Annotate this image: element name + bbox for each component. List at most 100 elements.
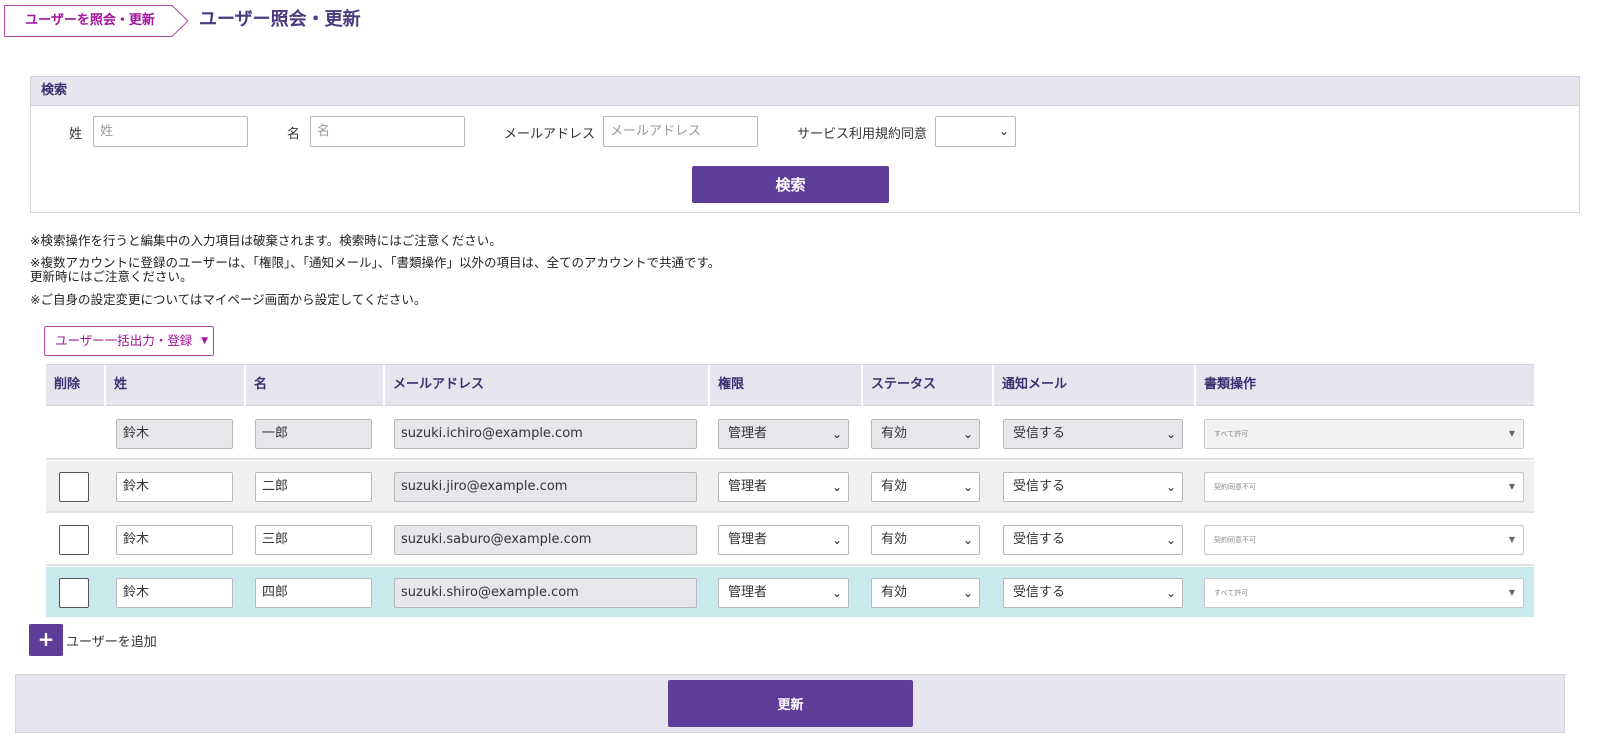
role-select[interactable]: 管理者 ⌄ xyxy=(718,578,849,608)
col-header-first-name: 名 xyxy=(244,365,383,406)
col-header-email: メールアドレス xyxy=(383,365,708,406)
doc-ops-select[interactable]: 契約同意不可 ▼ xyxy=(1204,525,1524,555)
last-name-input[interactable]: 鈴木 xyxy=(116,525,233,555)
delete-checkbox[interactable] xyxy=(59,472,89,502)
last-name-field: 鈴木 xyxy=(116,419,233,449)
email-field: suzuki.jiro@example.com xyxy=(394,472,697,502)
notify-value: 受信する xyxy=(1013,585,1066,600)
status-value: 有効 xyxy=(881,426,908,441)
notify-value: 受信する xyxy=(1013,532,1066,547)
col-header-delete: 削除 xyxy=(54,377,81,392)
doc-ops-value: すべて許可 xyxy=(1214,430,1249,438)
note-search-warning: ※検索操作を行うと編集中の入力項目は破棄されます。検索時にはご注意ください。 xyxy=(30,233,502,248)
chevron-down-icon: ⌄ xyxy=(962,586,973,600)
row-divider xyxy=(46,458,1534,460)
doc-ops-value: すべて許可 xyxy=(1214,589,1249,597)
breadcrumb[interactable]: ユーザーを照会・更新 xyxy=(4,5,190,37)
status-value: 有効 xyxy=(881,585,908,600)
bulk-export-import-button[interactable]: ユーザー一括出力・登録 ▼ xyxy=(44,326,214,356)
table-row: 鈴木 三郎 suzuki.saburo@example.com 管理者 ⌄ 有効 ⌄… xyxy=(46,514,1534,564)
tos-select[interactable]: ⌄ xyxy=(935,116,1016,147)
status-value: 有効 xyxy=(881,479,908,494)
caret-down-icon: ▼ xyxy=(1508,429,1515,438)
doc-ops-value: 契約同意不可 xyxy=(1214,483,1256,491)
last-name-search-input[interactable] xyxy=(93,116,248,147)
role-select[interactable]: 管理者 ⌄ xyxy=(718,472,849,502)
bulk-button-label: ユーザー一括出力・登録 xyxy=(55,333,193,348)
notify-value: 受信する xyxy=(1013,479,1066,494)
email-label: メールアドレス xyxy=(504,127,596,142)
add-user-label[interactable]: ユーザーを追加 xyxy=(66,631,157,650)
doc-ops-select: すべて許可 ▼ xyxy=(1204,419,1524,449)
plus-icon: + xyxy=(37,627,55,651)
status-select[interactable]: 有効 ⌄ xyxy=(871,578,980,608)
email-field: suzuki.shiro@example.com xyxy=(394,578,697,608)
status-select: 有効 ⌄ xyxy=(871,419,980,449)
last-name-label: 姓 xyxy=(69,127,83,142)
notify-select: 受信する ⌄ xyxy=(1003,419,1183,449)
first-name-search-input[interactable] xyxy=(310,116,465,147)
chevron-down-icon: ⌄ xyxy=(831,427,842,441)
caret-down-icon: ▼ xyxy=(1508,588,1515,597)
last-name-input[interactable]: 鈴木 xyxy=(116,472,233,502)
row-divider xyxy=(46,564,1534,566)
chevron-down-icon: ⌄ xyxy=(998,124,1009,138)
col-header-doc-ops: 書類操作 xyxy=(1194,365,1534,406)
col-header-notify: 通知メール xyxy=(992,365,1194,406)
role-value: 管理者 xyxy=(728,532,768,547)
search-panel: 検索 姓 名 メールアドレス サービス利用規約同意 ⌄ 検索 xyxy=(30,76,1580,213)
role-value: 管理者 xyxy=(728,426,768,441)
col-header-status: ステータス xyxy=(861,365,992,406)
role-value: 管理者 xyxy=(728,585,768,600)
first-name-label: 名 xyxy=(287,127,301,142)
doc-ops-value: 契約同意不可 xyxy=(1214,536,1256,544)
chevron-down-icon: ⌄ xyxy=(962,533,973,547)
status-select[interactable]: 有効 ⌄ xyxy=(871,525,980,555)
first-name-input[interactable]: 三郎 xyxy=(255,525,372,555)
first-name-input[interactable]: 四郎 xyxy=(255,578,372,608)
last-name-input[interactable]: 鈴木 xyxy=(116,578,233,608)
chevron-down-icon: ⌄ xyxy=(962,427,973,441)
note-multi-account: ※複数アカウントに登録のユーザーは、「権限」、「通知メール」、「書類操作」以外の… xyxy=(30,255,721,270)
notify-select[interactable]: 受信する ⌄ xyxy=(1003,578,1183,608)
status-select[interactable]: 有効 ⌄ xyxy=(871,472,980,502)
chevron-down-icon: ⌄ xyxy=(831,586,842,600)
caret-down-icon: ▼ xyxy=(1508,535,1515,544)
doc-ops-select[interactable]: すべて許可 ▼ xyxy=(1204,578,1524,608)
chevron-down-icon: ⌄ xyxy=(1165,586,1176,600)
doc-ops-select[interactable]: 契約同意不可 ▼ xyxy=(1204,472,1524,502)
status-value: 有効 xyxy=(881,532,908,547)
table-row: 鈴木 四郎 suzuki.shiro@example.com 管理者 ⌄ 有効 ⌄ … xyxy=(46,567,1534,617)
caret-down-icon: ▼ xyxy=(1508,482,1515,491)
chevron-down-icon: ⌄ xyxy=(1165,427,1176,441)
role-select[interactable]: 管理者 ⌄ xyxy=(718,525,849,555)
first-name-input[interactable]: 二郎 xyxy=(255,472,372,502)
notify-select[interactable]: 受信する ⌄ xyxy=(1003,472,1183,502)
search-heading: 検索 xyxy=(31,77,1579,106)
page-title: ユーザー照会・更新 xyxy=(199,9,361,30)
add-user-button[interactable]: + xyxy=(29,624,63,656)
chevron-down-icon: ⌄ xyxy=(1165,480,1176,494)
note-update-caution: 更新時にはご注意ください。 xyxy=(30,269,193,284)
footer-bar: 更新 xyxy=(15,674,1565,733)
note-mypage: ※ご自身の設定変更についてはマイページ画面から設定してください。 xyxy=(30,292,427,307)
col-header-role: 権限 xyxy=(708,365,861,406)
tos-label: サービス利用規約同意 xyxy=(797,127,928,142)
table-row: 鈴木 一郎 suzuki.ichiro@example.com 管理者 ⌄ 有効 ⌄… xyxy=(46,408,1534,458)
notify-select[interactable]: 受信する ⌄ xyxy=(1003,525,1183,555)
first-name-field: 一郎 xyxy=(255,419,372,449)
delete-checkbox[interactable] xyxy=(59,525,89,555)
email-field: suzuki.ichiro@example.com xyxy=(394,419,697,449)
search-button[interactable]: 検索 xyxy=(692,166,889,203)
chevron-down-icon: ⌄ xyxy=(1165,533,1176,547)
delete-checkbox[interactable] xyxy=(59,578,89,608)
breadcrumb-label: ユーザーを照会・更新 xyxy=(25,13,155,28)
chevron-down-icon: ⌄ xyxy=(831,480,842,494)
notify-value: 受信する xyxy=(1013,426,1066,441)
chevron-down-icon: ⌄ xyxy=(962,480,973,494)
role-select: 管理者 ⌄ xyxy=(718,419,849,449)
row-divider xyxy=(46,511,1534,513)
update-button[interactable]: 更新 xyxy=(668,680,913,727)
email-field: suzuki.saburo@example.com xyxy=(394,525,697,555)
email-search-input[interactable] xyxy=(603,116,758,147)
